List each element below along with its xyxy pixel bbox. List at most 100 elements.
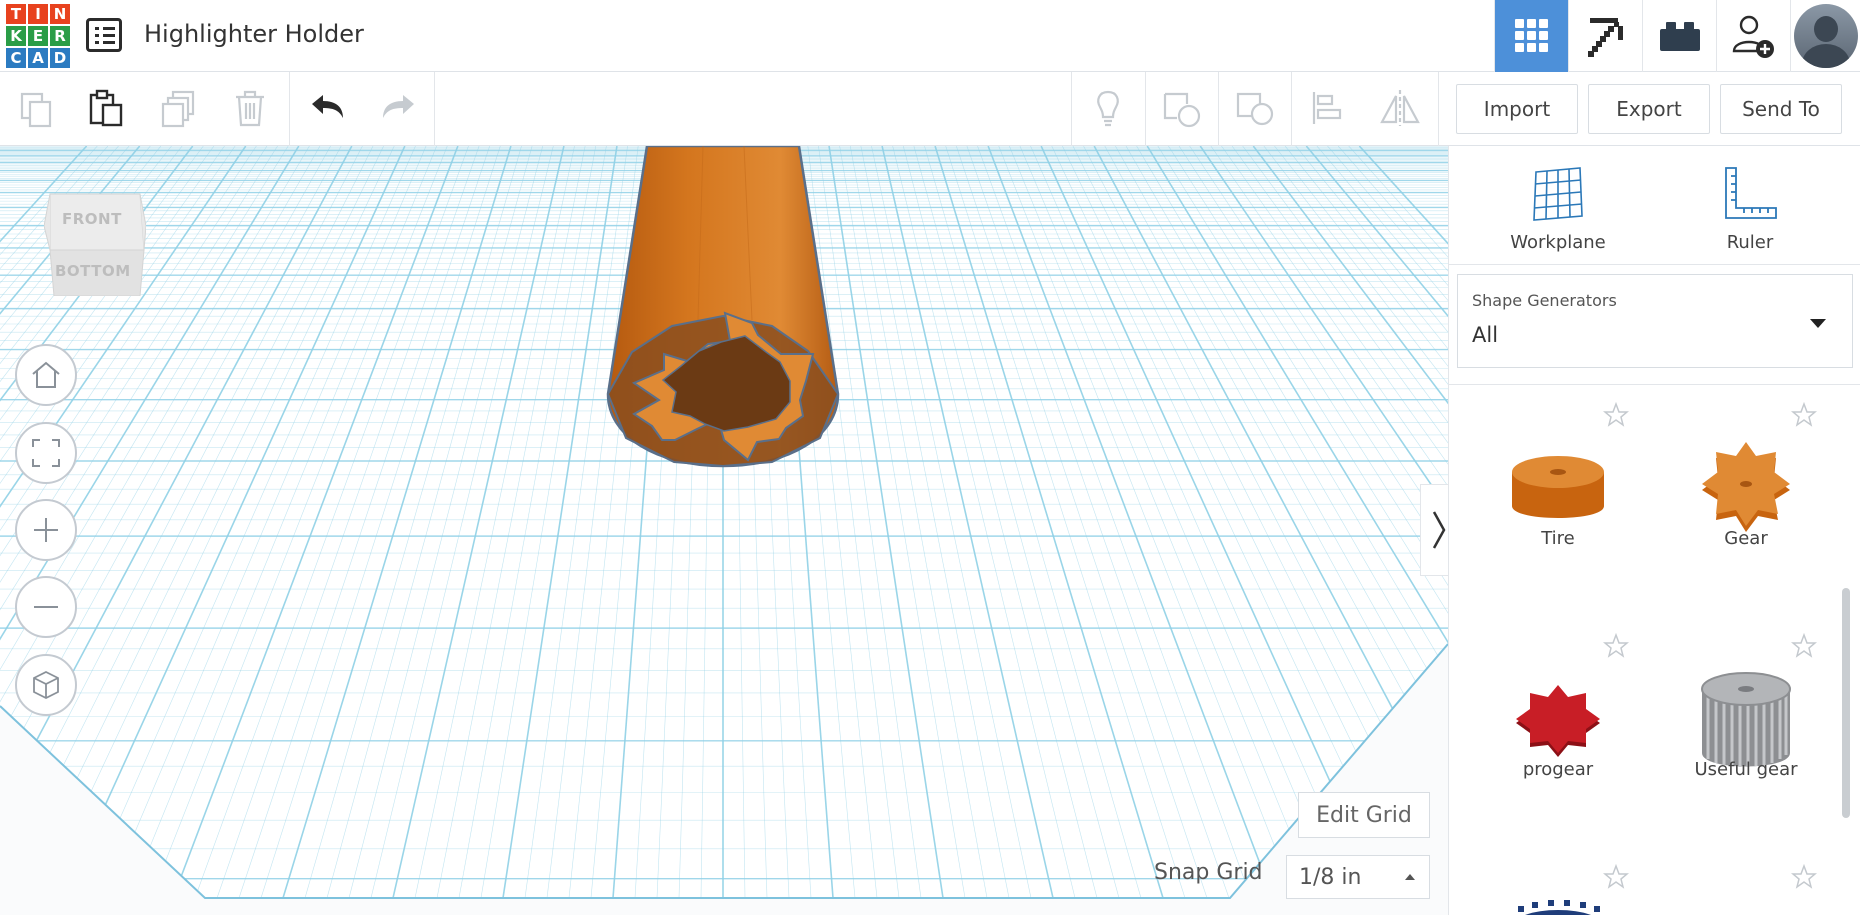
- redo-icon: [383, 95, 414, 118]
- user-avatar[interactable]: [1790, 0, 1860, 72]
- group-button[interactable]: [1160, 86, 1204, 130]
- copy-icon: [20, 92, 52, 128]
- avatar-image: [1793, 4, 1858, 68]
- cube-perspective-icon: [33, 670, 59, 700]
- plus-icon: [34, 518, 58, 542]
- lightbulb-icon: [1097, 90, 1119, 127]
- snap-grid-value: 1/8 in: [1299, 864, 1362, 890]
- ruler-label: Ruler: [1726, 232, 1774, 253]
- view-cube[interactable]: FRONT BOTTOM: [43, 186, 147, 297]
- shape-category-dropdown[interactable]: Shape Generators All: [1457, 274, 1853, 368]
- import-button[interactable]: Import: [1456, 84, 1578, 134]
- logo-letter: T: [6, 4, 26, 24]
- shape-card-label: Useful gear: [1694, 759, 1798, 780]
- caret-up-icon: [1405, 874, 1415, 880]
- redo-button[interactable]: [376, 86, 420, 130]
- star-icon[interactable]: [1603, 864, 1629, 890]
- 3d-viewport[interactable]: FRONT BOTTOM Edit Grid Snap Grid 1/8 in: [0, 146, 1448, 915]
- ungroup-button[interactable]: [1233, 86, 1277, 130]
- design-menu-icon[interactable]: [86, 18, 122, 52]
- workplane-label: Workplane: [1510, 232, 1606, 253]
- shape-card-gear[interactable]: Gear: [1651, 396, 1841, 616]
- blue-gear-shape-icon: [1518, 900, 1600, 915]
- design-title[interactable]: Highlighter Holder: [144, 20, 364, 48]
- paste-icon: [89, 89, 123, 127]
- blocks-button[interactable]: [1568, 0, 1642, 72]
- grid-view-icon: [1514, 19, 1548, 52]
- top-nav: [1494, 0, 1860, 72]
- logo-letter: E: [28, 26, 48, 46]
- view-cube-front-label: FRONT: [62, 210, 122, 228]
- shape-category-title: Shape Generators: [1472, 291, 1617, 310]
- snap-grid-label: Snap Grid: [1154, 860, 1263, 885]
- mirror-button[interactable]: [1378, 86, 1422, 130]
- home-view-button[interactable]: [15, 344, 77, 406]
- snap-grid-select[interactable]: 1/8 in: [1286, 855, 1430, 899]
- brick-icon: [1659, 22, 1700, 51]
- star-icon[interactable]: [1603, 402, 1629, 428]
- ungroup-icon: [1236, 92, 1274, 126]
- duplicate-button[interactable]: [157, 86, 201, 130]
- shape-card-partial[interactable]: [1463, 858, 1653, 915]
- logo-letter: C: [6, 48, 26, 68]
- home-icon: [32, 361, 60, 388]
- shape-card-label: Gear: [1724, 528, 1768, 549]
- add-user-icon: [1732, 15, 1774, 58]
- star-icon[interactable]: [1791, 402, 1817, 428]
- star-icon[interactable]: [1791, 864, 1817, 890]
- invite-user-button[interactable]: [1716, 0, 1790, 72]
- mirror-icon: [1380, 90, 1420, 126]
- panel-scrollbar[interactable]: [1842, 588, 1850, 818]
- logo-letter: A: [28, 48, 48, 68]
- shape-card-label: Tire: [1541, 528, 1575, 549]
- star-icon[interactable]: [1791, 633, 1817, 659]
- delete-button[interactable]: [228, 86, 272, 130]
- send-to-button[interactable]: Send To: [1720, 84, 1842, 134]
- grid-view-button[interactable]: [1494, 0, 1568, 72]
- collapse-panel-button[interactable]: [1420, 484, 1448, 576]
- zoom-in-button[interactable]: [15, 499, 77, 561]
- shape-category-value: All: [1472, 323, 1499, 347]
- caret-down-icon: [1810, 319, 1826, 328]
- tinkercad-logo[interactable]: T I N K E R C A D: [4, 2, 70, 68]
- fit-view-icon: [32, 439, 60, 467]
- logo-letter: D: [50, 48, 70, 68]
- shape-card-tire[interactable]: Tire: [1463, 396, 1653, 616]
- edit-grid-button[interactable]: Edit Grid: [1298, 792, 1430, 838]
- undo-button[interactable]: [306, 86, 350, 130]
- shape-card-partial[interactable]: [1651, 858, 1841, 915]
- notes-button[interactable]: [1086, 86, 1130, 130]
- star-icon[interactable]: [1603, 633, 1629, 659]
- chevron-right-icon: [1432, 511, 1445, 549]
- zoom-out-button[interactable]: [15, 576, 77, 638]
- align-icon: [1312, 92, 1342, 124]
- bricks-button[interactable]: [1642, 0, 1716, 72]
- logo-letter: N: [50, 4, 70, 24]
- trash-icon: [236, 90, 264, 127]
- logo-letter: K: [6, 26, 26, 46]
- view-cube-bottom-label: BOTTOM: [55, 262, 131, 280]
- copy-button[interactable]: [14, 86, 58, 130]
- ruler-tool[interactable]: Ruler: [1685, 166, 1815, 266]
- logo-letter: I: [28, 4, 48, 24]
- workplane-tool[interactable]: Workplane: [1493, 166, 1623, 266]
- align-button[interactable]: [1306, 86, 1350, 130]
- shape-card-label: progear: [1522, 759, 1594, 780]
- minus-icon: [34, 606, 58, 608]
- shape-card-useful-gear[interactable]: Useful gear: [1651, 627, 1841, 847]
- perspective-toggle-button[interactable]: [15, 654, 77, 716]
- logo-letter: R: [50, 26, 70, 46]
- shapes-panel: Workplane Ruler Shape Generators All Tir…: [1448, 146, 1860, 915]
- export-button[interactable]: Export: [1588, 84, 1710, 134]
- ruler-icon: [1725, 167, 1777, 219]
- edit-toolbar: Import Export Send To: [0, 72, 1860, 146]
- group-icon: [1163, 92, 1201, 128]
- top-bar: T I N K E R C A D Highlighter Holder: [0, 0, 1860, 72]
- undo-icon: [312, 95, 343, 118]
- fit-view-button[interactable]: [15, 422, 77, 484]
- shape-card-progear[interactable]: progear: [1463, 627, 1653, 847]
- highlighter-holder-shape[interactable]: [0, 146, 1448, 915]
- paste-button[interactable]: [84, 86, 128, 130]
- workplane-icon: [1533, 167, 1583, 221]
- duplicate-icon: [161, 90, 195, 128]
